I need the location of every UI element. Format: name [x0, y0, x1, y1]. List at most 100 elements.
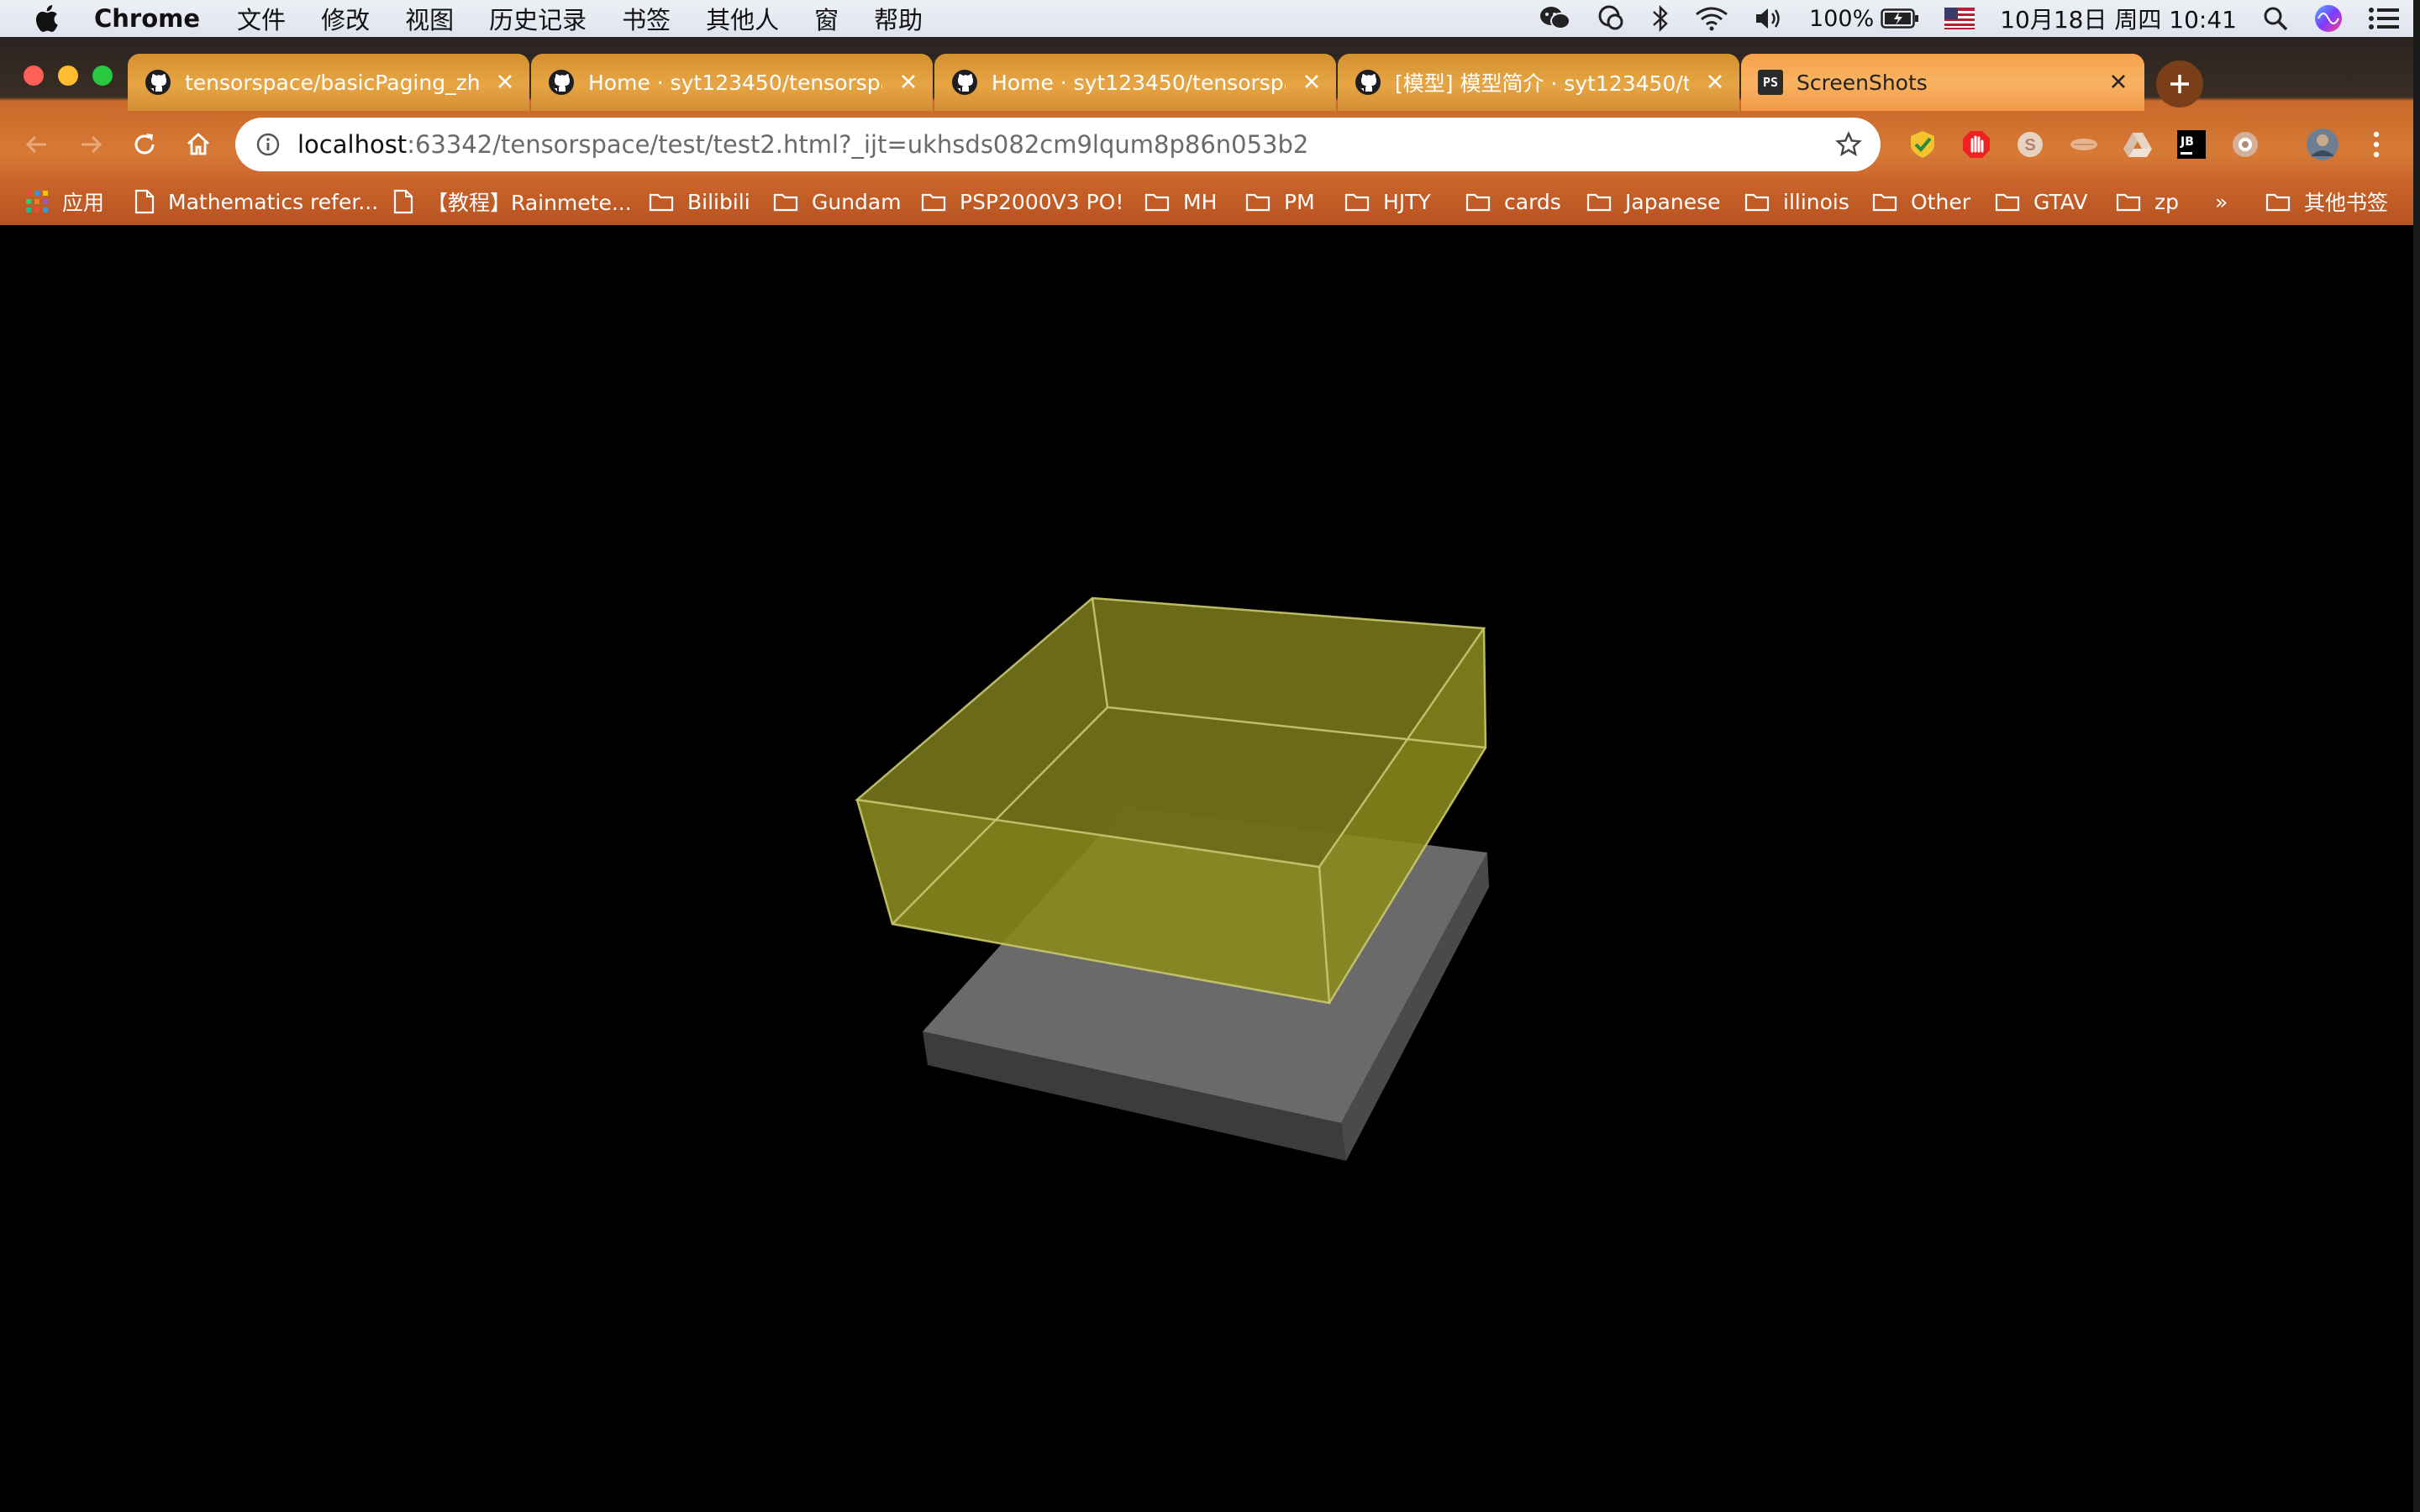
bookmark-folder-gtav[interactable]: GTAV: [1995, 186, 2087, 217]
search-chat-icon[interactable]: [1597, 4, 1626, 33]
close-tab-icon[interactable]: [2109, 72, 2128, 91]
home-button[interactable]: [180, 126, 217, 163]
window-right-edge: [2413, 0, 2420, 1512]
menu-edit[interactable]: 修改: [321, 1, 370, 36]
profile-avatar[interactable]: [2306, 128, 2339, 161]
folder-icon: [2116, 193, 2141, 212]
folder-icon: [1465, 193, 1491, 212]
bookmark-folder-other[interactable]: Other: [1872, 186, 1970, 217]
tab-3[interactable]: [模型] 模型简介 · syt123450/tensorspace: [1338, 54, 1739, 111]
github-icon: [549, 70, 574, 95]
close-tab-icon[interactable]: [1706, 72, 1724, 91]
back-button[interactable]: [18, 126, 55, 163]
battery-percentage: 100%: [1809, 5, 1875, 32]
info-icon[interactable]: [255, 132, 281, 157]
page-icon: [393, 189, 413, 214]
siri-icon[interactable]: [2314, 4, 2343, 33]
bookmark-folder-hjty[interactable]: HJTY: [1344, 186, 1431, 217]
minimize-window-button[interactable]: [58, 66, 78, 86]
bookmark-folder-cards[interactable]: cards: [1465, 186, 1561, 217]
menu-people[interactable]: 其他人: [706, 1, 779, 36]
chrome-menu-icon[interactable]: [2360, 128, 2393, 161]
url-host: localhost: [297, 130, 408, 159]
menu-history[interactable]: 历史记录: [489, 1, 587, 36]
bookmark-folder-gundam[interactable]: Gundam: [773, 186, 902, 217]
bookmark-folder-mh[interactable]: MH: [1144, 186, 1217, 217]
github-icon: [1355, 70, 1381, 95]
url-path: :63342/tensorspace/test/test2.html?_ijt=…: [407, 130, 1309, 159]
bookmark-folder-psp[interactable]: PSP2000V3 PO!: [921, 186, 1123, 217]
page-icon: [134, 189, 155, 214]
tab-1[interactable]: Home · syt123450/tensorspace: [531, 54, 933, 111]
wifi-icon[interactable]: [1695, 6, 1728, 31]
tab-2[interactable]: Home · syt123450/tensorspace: [934, 54, 1336, 111]
tab-0[interactable]: tensorspace/basicPaging_zh.html: [128, 54, 529, 111]
extension-checkmark-icon[interactable]: [1906, 128, 1939, 161]
bookmark-folder-bilibili[interactable]: Bilibili: [649, 186, 750, 217]
close-tab-icon[interactable]: [899, 72, 918, 91]
close-tab-icon[interactable]: [1302, 72, 1321, 91]
macos-menu-bar: Chrome 文件 修改 视图 历史记录 书签 其他人 窗 帮助 100% 10…: [0, 0, 2420, 37]
record-extension-icon[interactable]: [2228, 128, 2262, 161]
bookmark-folder-pm[interactable]: PM: [1245, 186, 1315, 217]
menu-view[interactable]: 视图: [405, 1, 454, 36]
tab-4-active[interactable]: PS ScreenShots: [1741, 54, 2144, 111]
close-window-button[interactable]: [24, 66, 44, 86]
notification-center-icon[interactable]: [2368, 7, 2400, 30]
folder-icon: [773, 193, 798, 212]
google-drive-icon[interactable]: [2121, 128, 2154, 161]
apps-grid-icon: [26, 191, 48, 213]
bookmark-star-icon[interactable]: [1835, 131, 1862, 158]
reload-button[interactable]: [126, 126, 163, 163]
clock-datetime[interactable]: 10月18日 周四 10:41: [2000, 2, 2237, 35]
home-icon: [187, 133, 209, 155]
bookmark-apps[interactable]: 应用: [25, 186, 104, 217]
tab-strip: tensorspace/basicPaging_zh.html Home · s…: [128, 54, 2146, 111]
reload-icon: [134, 134, 155, 155]
volume-icon[interactable]: [1754, 6, 1784, 31]
tab-title: Home · syt123450/tensorspace: [588, 70, 882, 95]
skype-icon[interactable]: S: [2013, 128, 2047, 161]
3d-scene-canvas[interactable]: [0, 225, 2413, 1512]
github-icon: [145, 70, 171, 95]
tab-title: tensorspace/basicPaging_zh.html: [185, 70, 479, 95]
bookmark-mathematics[interactable]: Mathematics refer...: [134, 186, 378, 217]
menu-file[interactable]: 文件: [237, 1, 286, 36]
tennis-extension-icon[interactable]: [2067, 128, 2101, 161]
menu-help[interactable]: 帮助: [874, 1, 923, 36]
us-flag-icon[interactable]: [1944, 8, 1975, 29]
svg-text:S: S: [2024, 136, 2035, 155]
pycharm-icon: PS: [1758, 70, 1783, 95]
wechat-icon[interactable]: [1539, 5, 1572, 32]
bookmark-folder-illinois[interactable]: illinois: [1744, 186, 1849, 217]
folder-icon: [1586, 193, 1612, 212]
menu-bookmarks[interactable]: 书签: [622, 1, 671, 36]
browser-chrome: tensorspace/basicPaging_zh.html Home · s…: [0, 37, 2413, 225]
address-bar[interactable]: localhost:63342/tensorspace/test/test2.h…: [235, 118, 1881, 171]
close-tab-icon[interactable]: [496, 72, 514, 91]
tab-title: Home · syt123450/tensorspace: [992, 70, 1286, 95]
battery-icon[interactable]: [1881, 8, 1919, 29]
forward-button[interactable]: [72, 126, 109, 163]
other-bookmarks-folder[interactable]: 其他书签: [2265, 186, 2388, 217]
apple-logo-icon[interactable]: [34, 3, 60, 34]
adblock-hand-icon[interactable]: [1960, 128, 1993, 161]
folder-icon: [2265, 193, 2291, 212]
bookmark-folder-zp[interactable]: zp: [2116, 186, 2179, 217]
spotlight-search-icon[interactable]: [2262, 5, 2289, 32]
bookmark-folder-japanese[interactable]: Japanese: [1586, 186, 1721, 217]
bookmark-rainmeter[interactable]: 【教程】Rainmete...: [393, 186, 632, 217]
jetbrains-icon[interactable]: JB: [2175, 128, 2208, 161]
zoom-window-button[interactable]: [92, 66, 113, 86]
new-tab-button[interactable]: [2156, 60, 2203, 108]
tab-title: [模型] 模型简介 · syt123450/tensorspace: [1395, 71, 1689, 96]
arrow-left-icon: [25, 135, 46, 154]
bookmarks-overflow-button[interactable]: »: [2215, 186, 2228, 217]
folder-icon: [1744, 193, 1770, 212]
bluetooth-icon[interactable]: [1651, 4, 1670, 33]
page-viewport[interactable]: [0, 225, 2413, 1512]
menu-window[interactable]: 窗: [814, 1, 839, 36]
folder-icon: [921, 193, 946, 212]
plus-icon: [2170, 75, 2189, 93]
menu-app-name[interactable]: Chrome: [94, 4, 200, 33]
